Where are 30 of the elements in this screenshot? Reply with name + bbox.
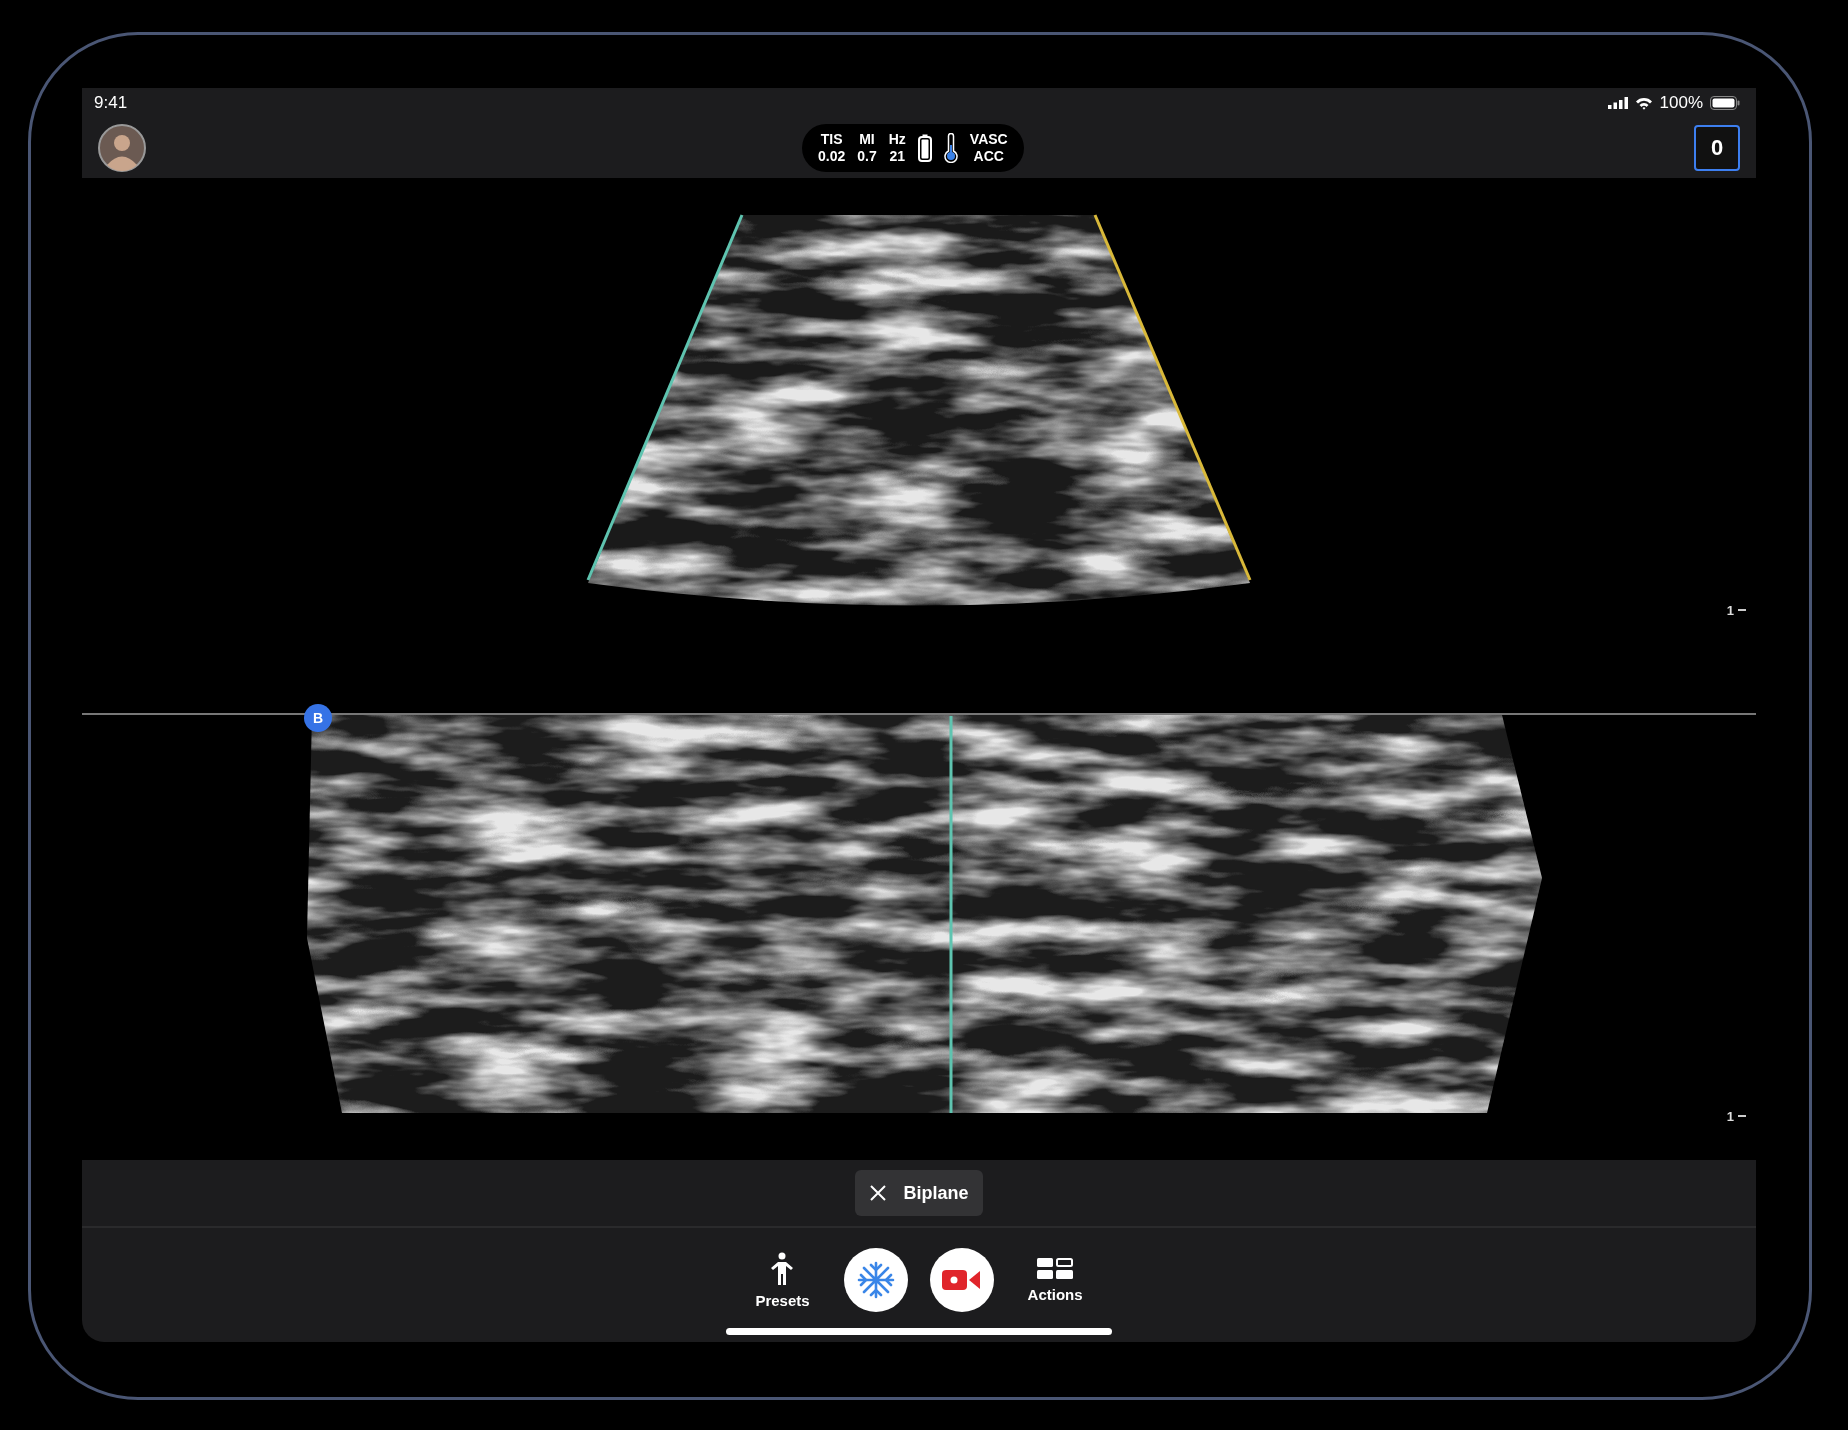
- depth-scale-label: 1: [1726, 603, 1734, 618]
- plane-marker[interactable]: B: [304, 704, 332, 732]
- battery-icon: [917, 134, 932, 162]
- signal-icon: [1607, 97, 1628, 109]
- battery-icon: [1710, 96, 1740, 110]
- depth-scale-label: 1: [1726, 1109, 1734, 1124]
- readout-label: MI: [859, 131, 875, 148]
- readout-label: Hz: [888, 131, 906, 148]
- avatar-icon[interactable]: [98, 124, 146, 172]
- biplane-cursor-line[interactable]: [949, 716, 953, 1113]
- clip-count-button[interactable]: 0: [1694, 125, 1740, 171]
- battery-percent: 100%: [1659, 93, 1703, 113]
- wifi-icon: [1634, 96, 1653, 110]
- close-icon[interactable]: [869, 1184, 888, 1202]
- preset-value: ACC: [973, 148, 1004, 165]
- presets-button[interactable]: Presets: [743, 1251, 822, 1309]
- video-camera-icon: [941, 1268, 982, 1292]
- biplane-mode-chip[interactable]: Biplane: [855, 1170, 983, 1216]
- readout-value: 21: [889, 148, 906, 165]
- readout-label: TIS: [820, 131, 843, 148]
- depth-tick: [1737, 609, 1747, 611]
- preset-label: VASC: [969, 131, 1008, 148]
- layout-icon: [1037, 1257, 1074, 1280]
- readout-value: 0.7: [857, 148, 877, 165]
- depth-tick: [1737, 1115, 1747, 1117]
- actions-button[interactable]: Actions: [1015, 1257, 1095, 1303]
- thermometer-icon: [943, 133, 958, 163]
- snowflake-icon: [855, 1260, 896, 1300]
- status-time: 9:41: [94, 93, 128, 113]
- readout-value: 0.02: [818, 148, 846, 165]
